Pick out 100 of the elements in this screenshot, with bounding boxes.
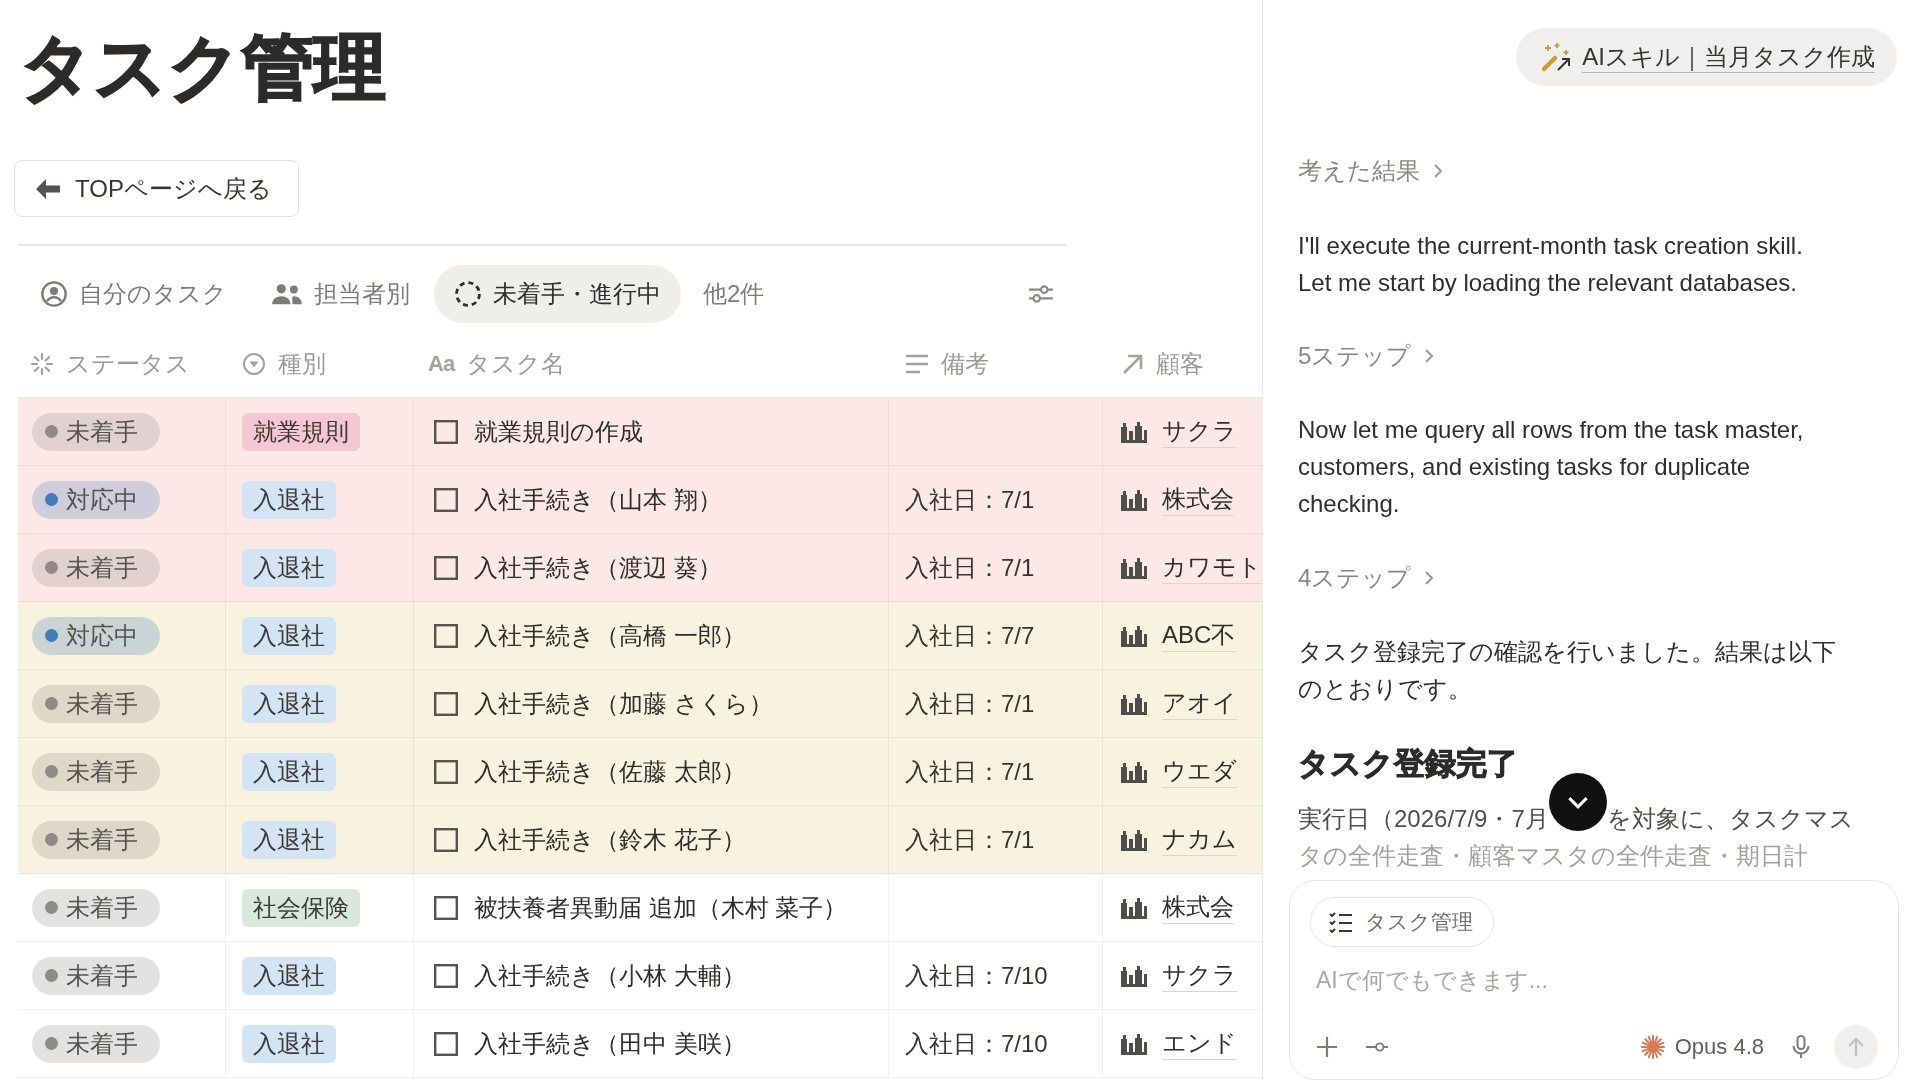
note-text: 入社日：7/10 bbox=[905, 1028, 1048, 1059]
customer-link[interactable]: ABC不 bbox=[1162, 619, 1236, 652]
steps-toggle[interactable]: 4ステップ bbox=[1298, 559, 1436, 596]
message-text: タスク登録完了の確認を行いました。結果は以下のとおりです。 bbox=[1298, 637, 1837, 704]
building-icon bbox=[1120, 963, 1148, 988]
plus-icon bbox=[1315, 1035, 1339, 1059]
type-tag: 入退社 bbox=[242, 1024, 336, 1063]
starburst-icon bbox=[1640, 1035, 1665, 1059]
status-text: 未着手 bbox=[66, 688, 138, 719]
skill-chip[interactable]: AIスキル｜当月タスク作成 bbox=[1516, 28, 1897, 86]
page-title: タスク管理 bbox=[19, 26, 387, 109]
task-title[interactable]: 入社手続き（山本 翔） bbox=[474, 483, 722, 516]
checklist-icon bbox=[1329, 911, 1353, 933]
building-icon bbox=[1120, 487, 1148, 512]
status-text: 未着手 bbox=[66, 1028, 138, 1059]
task-title[interactable]: 入社手続き（加藤 さくら） bbox=[474, 687, 773, 720]
task-title[interactable]: 入社手続き（小林 大輔） bbox=[474, 959, 746, 992]
model-selector[interactable]: Opus 4.8 bbox=[1636, 1034, 1768, 1060]
task-title[interactable]: 入社手続き（佐藤 太郎） bbox=[474, 755, 746, 788]
text-format-icon: Aa bbox=[428, 350, 455, 377]
steps-toggle[interactable]: 5ステップ bbox=[1298, 337, 1436, 375]
back-button[interactable]: TOPページへ戻る bbox=[14, 160, 299, 217]
note-text: 入社日：7/1 bbox=[905, 484, 1035, 515]
checkbox[interactable] bbox=[434, 487, 458, 512]
task-title[interactable]: 入社手続き（高橋 一郎） bbox=[474, 619, 746, 652]
checkbox[interactable] bbox=[434, 419, 458, 444]
task-title[interactable]: 就業規則の作成 bbox=[474, 415, 643, 448]
customer-link[interactable]: 株式会 bbox=[1162, 891, 1234, 924]
status-text: 未着手 bbox=[66, 416, 138, 447]
type-tag: 就業規則 bbox=[242, 412, 360, 451]
building-icon bbox=[1120, 419, 1148, 444]
spinner-icon bbox=[30, 351, 54, 376]
checkbox[interactable] bbox=[434, 759, 458, 784]
type-tag: 入退社 bbox=[242, 548, 336, 587]
note-text: 入社日：7/1 bbox=[905, 688, 1035, 719]
building-icon bbox=[1120, 895, 1148, 920]
checkbox[interactable] bbox=[434, 827, 458, 852]
status-text: 未着手 bbox=[66, 756, 138, 787]
message-text: 実行日（2026/7/9・7月 bbox=[1298, 804, 1549, 834]
status-text: 未着手 bbox=[66, 824, 138, 855]
filter-button[interactable] bbox=[1028, 283, 1054, 305]
view-tab[interactable]: 自分のタスク bbox=[20, 265, 247, 323]
view-tab[interactable]: 担当者別 bbox=[251, 265, 430, 323]
chevron-down-icon bbox=[1566, 795, 1589, 809]
message-text: Now let me query all rows from the task master, customers, and existing tasks for duplicate checking. bbox=[1298, 415, 1805, 520]
note-text: 入社日：7/1 bbox=[905, 756, 1035, 787]
arrow-left-icon bbox=[35, 177, 61, 200]
customer-link[interactable]: カワモト bbox=[1162, 551, 1262, 584]
scroll-down-button[interactable] bbox=[1548, 773, 1607, 831]
view-tab[interactable]: 未着手・進行中 bbox=[434, 265, 681, 323]
add-button[interactable] bbox=[1314, 1034, 1340, 1060]
checkbox[interactable] bbox=[434, 691, 458, 716]
status-text: 対応中 bbox=[66, 484, 138, 515]
checkbox[interactable] bbox=[434, 623, 458, 648]
customer-link[interactable]: サクラ bbox=[1162, 959, 1237, 992]
message-text: を対象に、タスクマス bbox=[1606, 804, 1854, 834]
type-tag: 入退社 bbox=[242, 956, 336, 995]
task-title[interactable]: 入社手続き（渡辺 葵） bbox=[474, 551, 722, 584]
status-text: 未着手 bbox=[66, 552, 138, 583]
building-icon bbox=[1120, 623, 1148, 648]
customer-link[interactable]: エンド bbox=[1162, 1027, 1237, 1060]
people-icon bbox=[271, 283, 303, 305]
customer-link[interactable]: ナカム bbox=[1162, 823, 1237, 856]
building-icon bbox=[1120, 827, 1148, 852]
context-chip[interactable]: タスク管理 bbox=[1310, 897, 1494, 947]
note-text: 入社日：7/1 bbox=[905, 824, 1035, 855]
task-title[interactable]: 入社手続き（鈴木 花子） bbox=[474, 823, 746, 856]
status-text: 対応中 bbox=[66, 620, 138, 651]
checkbox[interactable] bbox=[434, 895, 458, 920]
dashed-circle-icon bbox=[454, 280, 482, 308]
caret-circle-icon bbox=[242, 351, 266, 376]
task-title[interactable]: 入社手続き（田中 美咲） bbox=[474, 1027, 746, 1060]
customer-link[interactable]: アオイ bbox=[1162, 687, 1237, 720]
chat-composer[interactable]: タスク管理 AIで何でもできます... Opus 4.8 bbox=[1289, 880, 1899, 1080]
steps-toggle[interactable]: 考えた結果 bbox=[1298, 153, 1444, 190]
status-text: 未着手 bbox=[66, 892, 138, 923]
building-icon bbox=[1120, 1031, 1148, 1056]
type-tag: 入退社 bbox=[242, 820, 336, 859]
checkbox[interactable] bbox=[434, 1031, 458, 1056]
note-text: 入社日：7/1 bbox=[905, 552, 1035, 583]
message-input[interactable]: AIで何でもできます... bbox=[1310, 957, 1878, 1019]
customer-link[interactable]: サクラ bbox=[1162, 415, 1237, 448]
magic-wand-icon bbox=[1540, 41, 1573, 73]
message-heading: タスク登録完了 bbox=[1298, 745, 1519, 783]
type-tag: 社会保険 bbox=[242, 888, 360, 927]
type-tag: 入退社 bbox=[242, 684, 336, 723]
building-icon bbox=[1120, 555, 1148, 580]
type-tag: 入退社 bbox=[242, 752, 336, 791]
type-tag: 入退社 bbox=[242, 616, 336, 655]
customer-link[interactable]: ウエダ bbox=[1162, 755, 1237, 788]
more-views-button[interactable]: 他2件 bbox=[685, 265, 783, 323]
message-text: I'll execute the current-month task creation skill. Let me start by loading the relevant databases. bbox=[1298, 230, 1804, 298]
note-text: 入社日：7/7 bbox=[905, 620, 1035, 651]
customer-link[interactable]: 株式会 bbox=[1162, 483, 1234, 516]
checkbox[interactable] bbox=[434, 963, 458, 988]
faded-text: タの全件走査・顧客マスタの全件走査・期日計 bbox=[1298, 841, 1809, 871]
building-icon bbox=[1120, 759, 1148, 784]
chevron-right-icon bbox=[1423, 569, 1436, 586]
task-title[interactable]: 被扶養者異動届 追加（木村 菜子） bbox=[474, 891, 848, 924]
checkbox[interactable] bbox=[434, 555, 458, 580]
